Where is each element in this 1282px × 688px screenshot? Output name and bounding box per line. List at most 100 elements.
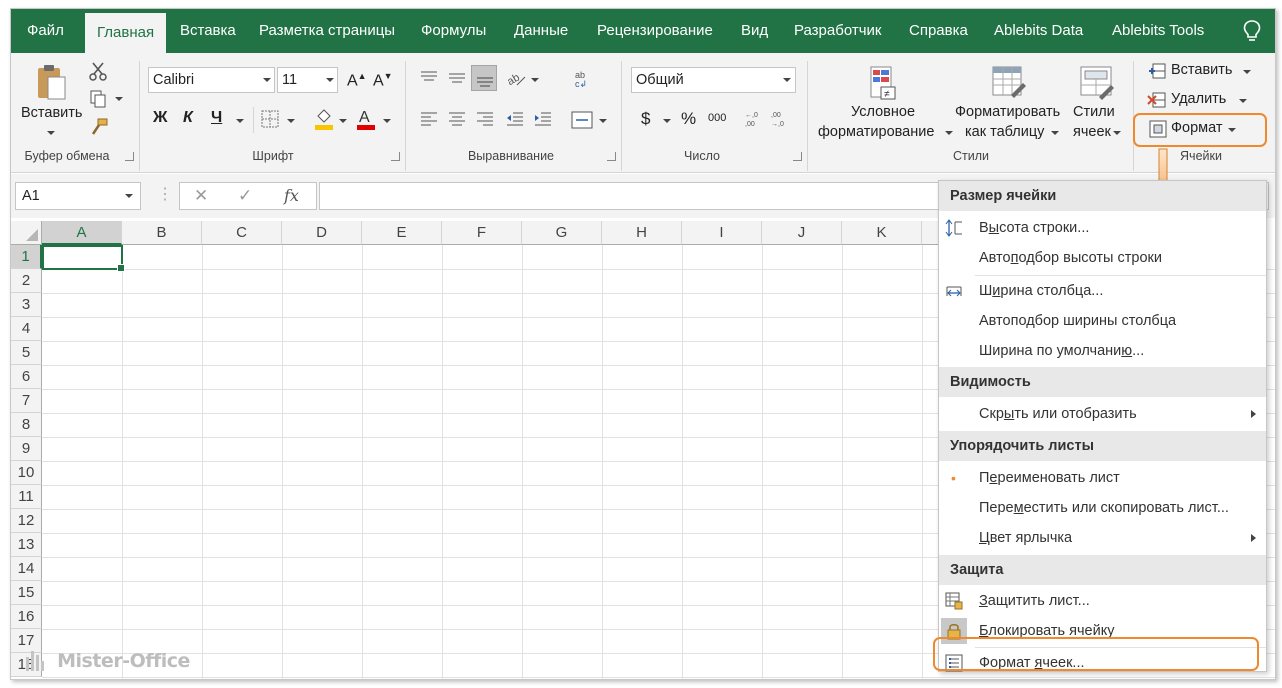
row-header[interactable]: 4 <box>11 317 42 341</box>
insert-cells-icon[interactable] <box>1147 62 1167 80</box>
column-header[interactable]: I <box>682 221 762 245</box>
menu-item-autofit-row-height[interactable]: Автоподбор высоты строки <box>939 243 1266 273</box>
menu-item-move-copy-sheet[interactable]: Переместить или скопировать лист... <box>939 493 1266 523</box>
insert-cells-button[interactable]: Вставить <box>1171 62 1232 78</box>
merge-center-icon[interactable] <box>571 111 593 129</box>
orientation-icon[interactable]: ab <box>505 69 527 89</box>
paste-icon[interactable] <box>35 63 67 103</box>
number-format-dropdown-arrow[interactable] <box>783 78 791 82</box>
tab-home[interactable]: Главная <box>85 13 167 53</box>
underline-dropdown-arrow[interactable] <box>236 119 244 123</box>
row-header[interactable]: 11 <box>11 485 42 509</box>
cell-styles-icon[interactable] <box>1079 65 1115 101</box>
column-header[interactable]: F <box>442 221 522 245</box>
alignment-dialog-launcher-icon[interactable] <box>607 152 616 161</box>
cut-icon[interactable] <box>89 61 107 81</box>
row-header[interactable]: 13 <box>11 533 42 557</box>
column-header[interactable]: C <box>202 221 282 245</box>
menu-item-tab-color[interactable]: Цвет ярлычка <box>939 523 1266 553</box>
underline-button[interactable]: Ч <box>211 109 222 127</box>
align-bottom-button[interactable] <box>471 65 497 91</box>
row-header[interactable]: 12 <box>11 509 42 533</box>
merge-dropdown-arrow[interactable] <box>599 119 607 123</box>
tab-view[interactable]: Вид <box>741 9 768 53</box>
align-top-icon[interactable] <box>419 69 439 85</box>
align-left-icon[interactable] <box>419 111 439 127</box>
currency-format-button[interactable]: $ <box>641 109 650 129</box>
column-header[interactable]: H <box>602 221 682 245</box>
tab-help[interactable]: Справка <box>909 9 968 53</box>
menu-item-hide-unhide[interactable]: Скрыть или отобразить <box>939 399 1266 429</box>
name-box-dropdown-arrow[interactable] <box>125 194 133 198</box>
tab-ablebits-data[interactable]: Ablebits Data <box>994 9 1083 53</box>
menu-item-row-height[interactable]: Высота строки... <box>939 213 1266 243</box>
tab-formulas[interactable]: Формулы <box>421 9 486 53</box>
column-header[interactable]: B <box>122 221 202 245</box>
menu-item-default-width[interactable]: Ширина по умолчанию... <box>939 336 1266 366</box>
delete-cells-button[interactable]: Удалить <box>1171 91 1226 107</box>
column-header[interactable]: D <box>282 221 362 245</box>
active-cell-a1[interactable] <box>42 245 125 272</box>
menu-item-column-width[interactable]: Ширина столбца... <box>939 276 1266 306</box>
tab-page-layout[interactable]: Разметка страницы <box>259 9 395 53</box>
increase-font-size-icon[interactable]: A▲ <box>347 71 367 90</box>
tab-developer[interactable]: Разработчик <box>794 9 881 53</box>
cancel-icon[interactable]: ✕ <box>194 186 208 206</box>
decrease-indent-icon[interactable] <box>505 111 525 127</box>
row-header[interactable]: 8 <box>11 413 42 437</box>
row-header[interactable]: 16 <box>11 605 42 629</box>
format-as-table-dropdown-arrow[interactable] <box>1051 131 1059 135</box>
menu-item-protect-sheet[interactable]: Защитить лист... <box>939 586 1266 616</box>
copy-icon[interactable] <box>89 89 107 109</box>
conditional-formatting-dropdown-arrow[interactable] <box>945 131 953 135</box>
paste-dropdown-arrow[interactable] <box>47 131 55 135</box>
insert-cells-dropdown-arrow[interactable] <box>1243 70 1251 74</box>
fill-color-dropdown-arrow[interactable] <box>339 119 347 123</box>
paste-button[interactable]: Вставить <box>21 105 82 121</box>
row-header[interactable]: 6 <box>11 365 42 389</box>
borders-icon[interactable] <box>261 110 279 128</box>
currency-dropdown-arrow[interactable] <box>663 119 671 123</box>
row-header[interactable]: 15 <box>11 581 42 605</box>
column-header[interactable]: K <box>842 221 922 245</box>
align-middle-icon[interactable] <box>447 69 467 87</box>
copy-dropdown-arrow[interactable] <box>115 97 123 101</box>
cell-styles-dropdown-arrow[interactable] <box>1113 131 1121 135</box>
format-as-table-label-1[interactable]: Форматировать <box>955 104 1060 120</box>
name-box[interactable]: A1 <box>15 182 141 210</box>
format-as-table-icon[interactable] <box>991 65 1027 101</box>
conditional-formatting-icon[interactable]: ≠ <box>869 65 897 101</box>
delete-cells-icon[interactable] <box>1147 91 1167 109</box>
thousands-separator-button[interactable]: 000 <box>708 112 726 124</box>
menu-item-autofit-column-width[interactable]: Автоподбор ширины столбца <box>939 306 1266 336</box>
italic-button[interactable]: К <box>183 109 193 127</box>
row-header[interactable]: 7 <box>11 389 42 413</box>
select-all-button[interactable] <box>11 221 42 245</box>
lightbulb-icon[interactable] <box>1241 19 1263 43</box>
column-header[interactable]: A <box>42 221 122 245</box>
tab-ablebits-tools[interactable]: Ablebits Tools <box>1112 9 1204 53</box>
number-format-select[interactable]: Общий <box>631 67 796 93</box>
tab-file[interactable]: Файл <box>27 9 64 53</box>
enter-icon[interactable]: ✓ <box>238 186 252 206</box>
tab-insert[interactable]: Вставка <box>180 9 236 53</box>
borders-dropdown-arrow[interactable] <box>287 119 295 123</box>
menu-item-rename-sheet[interactable]: • Переименовать лист <box>939 463 1266 493</box>
cell-styles-label-1[interactable]: Стили <box>1073 104 1115 120</box>
orientation-dropdown-arrow[interactable] <box>531 78 539 82</box>
cell-styles-label-2[interactable]: ячеек <box>1073 124 1111 140</box>
clipboard-dialog-launcher-icon[interactable] <box>125 152 134 161</box>
number-dialog-launcher-icon[interactable] <box>793 152 802 161</box>
decrease-decimal-icon[interactable]: ,00→,0 <box>771 109 791 129</box>
row-header[interactable]: 2 <box>11 269 42 293</box>
row-header[interactable]: 10 <box>11 461 42 485</box>
row-header[interactable]: 9 <box>11 437 42 461</box>
conditional-formatting-label-2[interactable]: форматирование <box>818 124 934 140</box>
column-header[interactable]: G <box>522 221 602 245</box>
align-right-icon[interactable] <box>475 111 495 127</box>
tab-review[interactable]: Рецензирование <box>597 9 713 53</box>
increase-indent-icon[interactable] <box>533 111 553 127</box>
insert-function-icon[interactable]: fx <box>284 186 299 205</box>
decrease-font-size-icon[interactable]: A▼ <box>373 71 393 90</box>
format-as-table-label-2[interactable]: как таблицу <box>965 124 1044 140</box>
